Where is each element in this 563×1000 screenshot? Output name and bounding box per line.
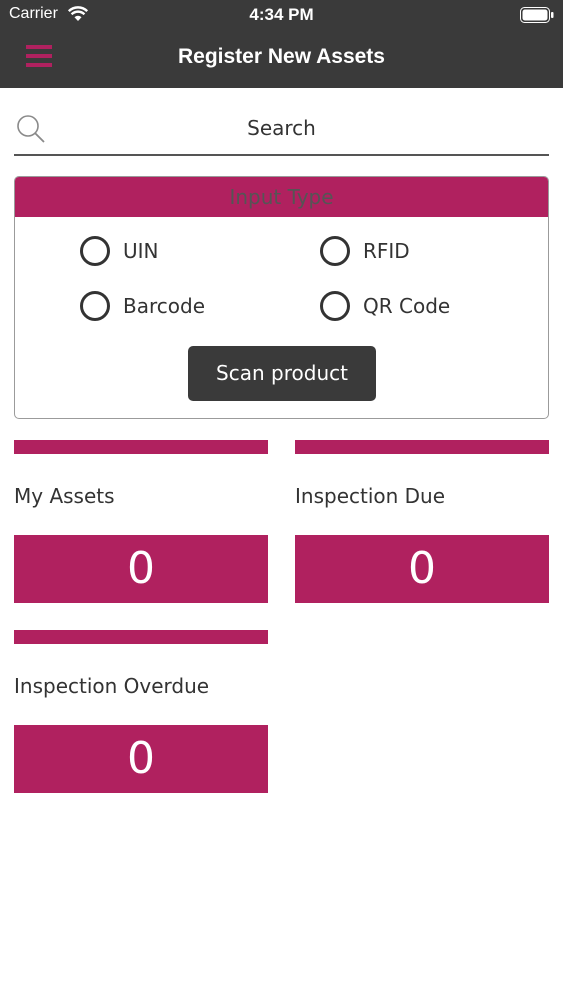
stat-accent-bar <box>14 440 268 454</box>
inspection-due-count[interactable]: 0 <box>295 535 549 603</box>
radio-circle-icon[interactable] <box>320 236 350 266</box>
inspection-overdue-count[interactable]: 0 <box>14 725 268 793</box>
radio-label: QR Code <box>363 294 451 318</box>
input-type-panel: Input Type UIN RFID Barcode QR Code Scan… <box>14 176 549 419</box>
inspection-overdue-label: Inspection Overdue <box>14 674 210 698</box>
radio-qr-code[interactable]: QR Code <box>320 290 450 322</box>
inspection-due-label: Inspection Due <box>295 484 446 508</box>
input-type-title: Input Type <box>15 177 548 217</box>
radio-label: RFID <box>363 239 410 263</box>
radio-label: UIN <box>123 239 159 263</box>
scan-product-button[interactable]: Scan product <box>188 346 376 401</box>
top-bar: Carrier 4:34 PM Register New Assets <box>0 0 563 88</box>
search-input[interactable]: Search <box>14 116 549 140</box>
radio-barcode[interactable]: Barcode <box>80 290 205 322</box>
my-assets-label: My Assets <box>14 484 115 508</box>
page-title: Register New Assets <box>178 45 385 68</box>
stat-accent-bar <box>295 440 549 454</box>
radio-rfid[interactable]: RFID <box>320 235 410 267</box>
radio-uin[interactable]: UIN <box>80 235 159 267</box>
search-bar[interactable]: Search <box>14 108 549 156</box>
clock: 4:34 PM <box>249 5 314 24</box>
radio-circle-icon[interactable] <box>80 291 110 321</box>
radio-circle-icon[interactable] <box>80 236 110 266</box>
stat-accent-bar <box>14 630 268 644</box>
radio-label: Barcode <box>123 294 205 318</box>
my-assets-count[interactable]: 0 <box>14 535 268 603</box>
radio-circle-icon[interactable] <box>320 291 350 321</box>
battery-icon <box>520 7 554 23</box>
status-bar: Carrier 4:34 PM <box>0 0 563 30</box>
